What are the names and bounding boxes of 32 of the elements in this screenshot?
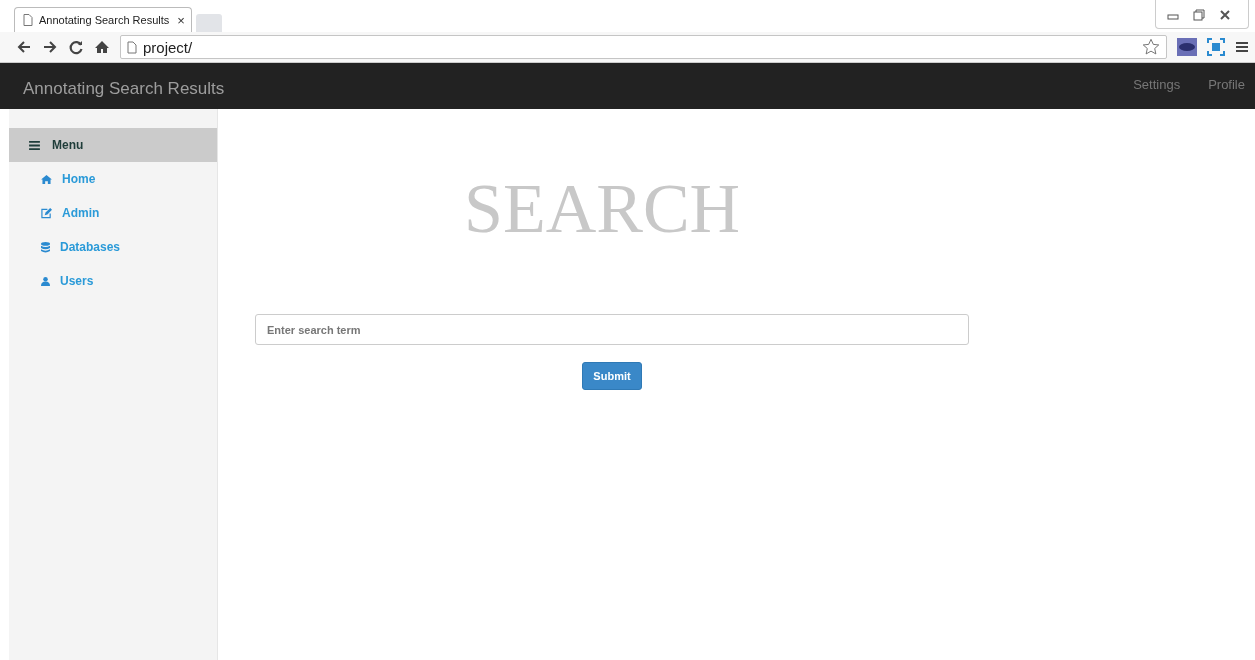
edit-icon <box>41 207 52 219</box>
user-icon <box>41 276 50 286</box>
sidebar-item[interactable]: Home <box>9 162 217 196</box>
restore-icon[interactable] <box>1192 8 1206 22</box>
browser-tab[interactable]: Annotating Search Results × <box>14 7 192 32</box>
star-icon[interactable] <box>1142 38 1160 56</box>
search-field[interactable]: Enter search term <box>255 314 969 345</box>
reload-icon[interactable] <box>68 39 84 55</box>
menu-title: Menu <box>52 138 84 152</box>
extension-icon[interactable] <box>1177 38 1197 56</box>
page-icon <box>127 40 137 54</box>
menu-icon <box>29 140 40 150</box>
menu-icon[interactable] <box>1235 40 1249 54</box>
sidebar-item[interactable]: Users <box>9 264 217 298</box>
page-icon <box>23 14 33 26</box>
nav-link[interactable]: Profile <box>1208 76 1245 92</box>
brand-title[interactable]: Annotating Search Results <box>23 73 225 99</box>
submit-button[interactable]: Submit <box>582 362 642 390</box>
address-bar[interactable]: project/ <box>120 35 1167 59</box>
close-icon[interactable] <box>1218 8 1232 22</box>
forward-icon[interactable] <box>42 39 58 55</box>
tab-title: Annotating Search Results <box>39 14 170 26</box>
back-icon[interactable] <box>16 39 32 55</box>
database-icon <box>41 241 50 253</box>
screenshot-icon[interactable] <box>1207 38 1225 56</box>
home-icon <box>41 174 52 184</box>
sidebar-item[interactable]: Admin <box>9 196 217 230</box>
close-tab-button[interactable]: × <box>177 12 185 28</box>
url-text: project/ <box>143 38 193 56</box>
nav-link[interactable]: Settings <box>1133 76 1181 92</box>
home-icon[interactable] <box>94 39 110 55</box>
sidebar-item[interactable]: Databases <box>9 230 217 264</box>
